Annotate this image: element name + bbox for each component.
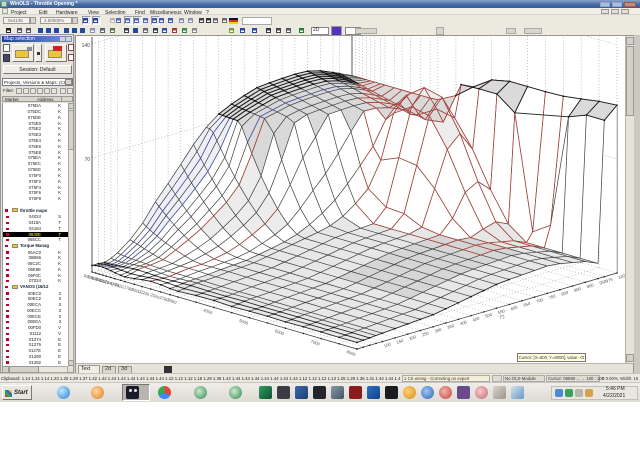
- svg-text:975: 975: [605, 277, 614, 284]
- svg-text:500: 500: [485, 312, 494, 319]
- svg-text:650: 650: [523, 301, 532, 308]
- svg-text:750: 750: [548, 293, 557, 300]
- svg-text:3000: 3000: [167, 297, 178, 305]
- svg-text:350: 350: [447, 323, 456, 330]
- svg-text:600: 600: [510, 304, 519, 311]
- svg-text:850: 850: [573, 286, 582, 293]
- svg-text:150: 150: [396, 338, 405, 345]
- svg-text:400: 400: [459, 319, 468, 326]
- svg-text:6000: 6000: [274, 328, 285, 336]
- svg-text:900: 900: [586, 282, 595, 289]
- svg-text:700: 700: [535, 297, 544, 304]
- svg-text:4000: 4000: [203, 307, 214, 315]
- svg-text:140: 140: [82, 43, 91, 49]
- svg-text:7000: 7000: [310, 339, 321, 347]
- svg-text:5000: 5000: [238, 318, 249, 326]
- svg-text:450: 450: [472, 315, 481, 322]
- svg-text:- (*): - (*): [497, 314, 505, 319]
- svg-text:800: 800: [561, 290, 570, 297]
- svg-text:8000: 8000: [346, 349, 357, 357]
- svg-text:70: 70: [84, 157, 90, 163]
- svg-text:250: 250: [421, 330, 430, 337]
- svg-text:300: 300: [434, 327, 443, 334]
- svg-text:200: 200: [408, 334, 417, 341]
- svg-text:100: 100: [383, 341, 392, 348]
